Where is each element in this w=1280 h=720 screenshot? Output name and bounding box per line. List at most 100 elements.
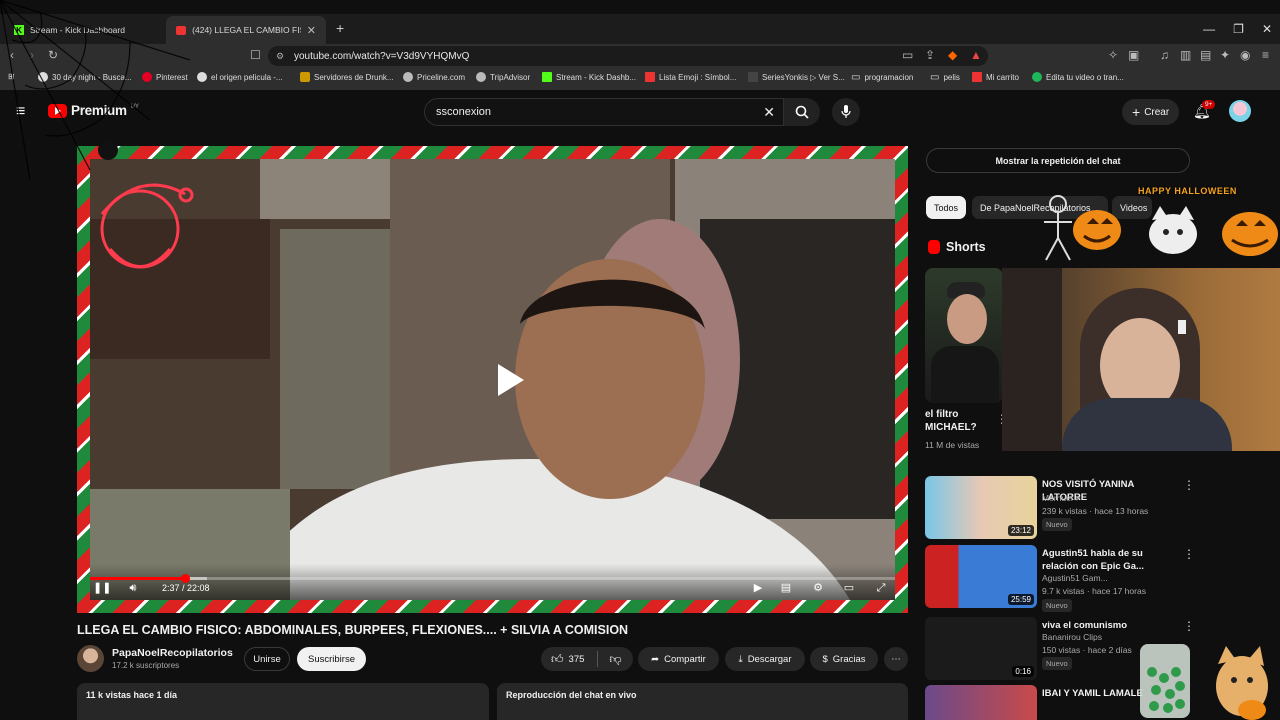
- more-icon[interactable]: ⋮: [1183, 619, 1195, 633]
- recommended-title[interactable]: Agustin51 habla de su relación con Epic …: [1042, 547, 1174, 573]
- logo-text: Premium: [71, 103, 127, 118]
- search-input[interactable]: ssconexion ✕: [424, 98, 784, 126]
- short-title[interactable]: el filtro MICHAEL?: [925, 408, 995, 434]
- subscribe-button[interactable]: Suscribirse: [297, 647, 366, 671]
- url-field[interactable]: ⚙ youtube.com/watch?v=V3d9VYHQMvQ: [268, 46, 988, 66]
- fullscreen-icon[interactable]: ⤢: [874, 581, 888, 595]
- volume-icon[interactable]: 🔊︎: [126, 581, 140, 595]
- join-button[interactable]: Unirse: [244, 647, 290, 671]
- download-button[interactable]: ⤓ Descargar: [725, 647, 805, 671]
- thumbs-down-icon[interactable]: 👎︎: [609, 652, 621, 667]
- channel-avatar[interactable]: [77, 645, 104, 672]
- recommended-channel[interactable]: Bananirou Clips: [1042, 632, 1102, 642]
- short-thumbnail[interactable]: [925, 268, 1003, 403]
- tab-youtube-video[interactable]: (424) LLEGA EL CAMBIO FISICO ✕: [166, 16, 326, 44]
- bookmark-item[interactable]: Lista Emoji : Símbol...: [645, 72, 736, 82]
- chip-videos[interactable]: Videos: [1112, 196, 1152, 219]
- more-icon[interactable]: ⋮: [1183, 547, 1195, 561]
- subtitles-icon[interactable]: ▤: [779, 581, 793, 595]
- description-box[interactable]: 11 k vistas hace 1 día: [77, 683, 489, 720]
- wallet2-icon[interactable]: ▤: [1200, 48, 1211, 62]
- center-play-icon[interactable]: [482, 354, 534, 406]
- chip-all[interactable]: Todos: [926, 196, 966, 219]
- like-button[interactable]: 👍︎ 375: [551, 652, 584, 667]
- sidebar-icon[interactable]: ▥: [1180, 48, 1191, 62]
- duration-badge: 0:16: [1012, 666, 1034, 677]
- brave-shield-icon[interactable]: ◆: [948, 48, 957, 62]
- bookmark-folder[interactable]: ▭ programacion: [851, 72, 913, 83]
- wallet-icon[interactable]: ▣: [1128, 48, 1139, 62]
- recommended-video[interactable]: 23:12 NOS VISITÓ YANINA LATORRE Mernuel …: [925, 476, 1265, 540]
- tab-kick-dashboard[interactable]: K Stream - Kick Dashboard: [4, 16, 166, 44]
- hamburger-menu-icon[interactable]: ≡: [16, 103, 25, 121]
- screen-icon[interactable]: ▭: [902, 48, 913, 62]
- recommended-video[interactable]: IBAI Y YAMIL LAMALE: [925, 685, 1265, 720]
- bookmark-item[interactable]: SeriesYonkis ▷ Ver S...: [748, 72, 845, 82]
- theater-mode-icon[interactable]: ▭: [842, 581, 856, 595]
- thanks-button[interactable]: $ Gracias: [810, 647, 878, 671]
- reload-icon[interactable]: ↻: [48, 48, 58, 62]
- music-icon[interactable]: ♫: [1160, 48, 1169, 62]
- maximize-icon[interactable]: ❐: [1233, 22, 1244, 36]
- show-chat-replay-button[interactable]: Mostrar la repetición del chat: [926, 148, 1190, 173]
- recommended-title[interactable]: viva el comunismo: [1042, 619, 1174, 632]
- bookmark-item[interactable]: Stream - Kick Dashb...: [542, 72, 636, 82]
- chat-replay-panel[interactable]: Reproducción del chat en vivo: [497, 683, 908, 720]
- bookmark-folder[interactable]: ▭ pelis: [930, 72, 960, 83]
- minimize-icon[interactable]: —: [1203, 22, 1215, 36]
- close-tab-icon[interactable]: ✕: [307, 24, 316, 37]
- share-icon[interactable]: ⇪: [925, 48, 935, 62]
- rewards-icon[interactable]: ▲: [970, 48, 982, 62]
- more-icon[interactable]: ⋮: [1183, 478, 1195, 492]
- close-window-icon[interactable]: ✕: [1262, 22, 1272, 36]
- scrubber-handle[interactable]: [180, 574, 190, 583]
- recommended-title[interactable]: IBAI Y YAMIL LAMALE: [1042, 687, 1174, 700]
- voice-search-button[interactable]: [832, 98, 860, 126]
- create-button[interactable]: + Crear: [1122, 99, 1180, 125]
- recommended-channel[interactable]: Agustin51 Gam...: [1042, 573, 1108, 583]
- bookmark-item[interactable]: Mi carrito: [972, 72, 1019, 82]
- menu-icon[interactable]: ≡: [1262, 48, 1269, 62]
- share-button[interactable]: ➦ Compartir: [638, 647, 719, 671]
- recommended-video[interactable]: 25:59 Agustin51 habla de su relación con…: [925, 545, 1265, 612]
- bookmark-icon[interactable]: ☐: [250, 48, 261, 62]
- site-info-icon[interactable]: ⚙: [276, 51, 284, 62]
- video-frame[interactable]: [90, 159, 895, 600]
- recommended-channel[interactable]: Mernuel ✔: [1042, 493, 1081, 503]
- chip-channel[interactable]: De PapaNoelRecopilatorios: [972, 196, 1108, 219]
- progress-bar[interactable]: [90, 574, 895, 583]
- autoplay-toggle-icon[interactable]: ▶: [751, 581, 765, 595]
- bookmark-item[interactable]: Pinterest: [142, 72, 188, 82]
- extensions-icon[interactable]: ✧: [1108, 48, 1118, 62]
- video-thumbnail[interactable]: [925, 685, 1037, 720]
- account-avatar[interactable]: [1229, 100, 1251, 122]
- new-tab-button[interactable]: +: [336, 20, 344, 36]
- video-thumbnail[interactable]: 25:59: [925, 545, 1037, 608]
- bookmark-item[interactable]: el origen pelicula -...: [197, 72, 283, 82]
- video-thumbnail[interactable]: 0:16: [925, 617, 1037, 680]
- new-badge: Nuevo: [1042, 518, 1072, 531]
- recommended-video[interactable]: 0:16 viva el comunismo Bananirou Clips 1…: [925, 617, 1265, 681]
- video-player[interactable]: ❚❚ 🔊︎ 2:37 / 22:08 ▶ ▤ ⚙ ▭ ⤢: [77, 146, 908, 613]
- like-dislike-group: 👍︎ 375 👎︎: [541, 647, 633, 671]
- bookmark-item[interactable]: 30 day night - Busca...: [38, 72, 132, 82]
- search-button[interactable]: [784, 98, 820, 126]
- forward-icon[interactable]: ›: [30, 48, 34, 62]
- recommended-meta: 239 k vistas · hace 13 horas: [1042, 506, 1149, 516]
- settings-gear-icon[interactable]: ⚙: [811, 581, 825, 595]
- leo-icon[interactable]: ✦: [1220, 48, 1230, 62]
- youtube-logo[interactable]: Premium UY: [48, 103, 139, 118]
- more-actions-icon[interactable]: ⋯: [884, 647, 908, 671]
- back-icon[interactable]: ‹: [10, 48, 14, 62]
- video-thumbnail[interactable]: 23:12: [925, 476, 1037, 539]
- vpn-icon[interactable]: ◉: [1240, 48, 1250, 62]
- bookmark-item[interactable]: TripAdvisor: [476, 72, 530, 82]
- channel-name[interactable]: PapaNoelRecopilatorios: [112, 647, 233, 659]
- globe-icon: [476, 72, 486, 82]
- clear-search-icon[interactable]: ✕: [763, 104, 775, 121]
- bookmark-item[interactable]: Priceline.com: [403, 72, 465, 82]
- bookmark-item[interactable]: Servidores de Drunk...: [300, 72, 394, 82]
- pause-icon[interactable]: ❚❚: [93, 581, 111, 595]
- bookmark-item[interactable]: Edita tu video o tran...: [1032, 72, 1124, 82]
- apps-icon[interactable]: ⊞: [8, 72, 15, 81]
